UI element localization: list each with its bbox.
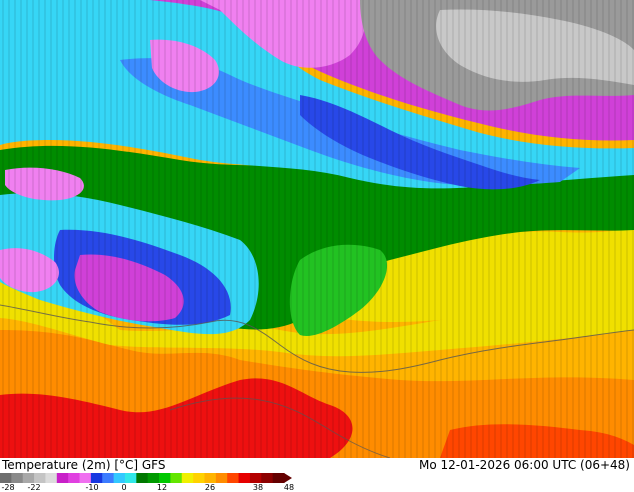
colorbar-swatch <box>45 473 58 483</box>
colorbar-swatch <box>249 473 262 483</box>
colorbar-swatch <box>159 473 171 483</box>
map-title: Temperature (2m) [°C] GFS <box>2 458 166 472</box>
colorbar-arrow <box>284 473 292 483</box>
map-canvas <box>0 0 634 458</box>
colorbar-swatch <box>193 473 205 483</box>
colorbar-swatch <box>215 473 228 483</box>
colorbar-swatch <box>68 473 81 483</box>
colorbar-swatch <box>181 473 194 483</box>
colorbar-swatch <box>102 473 115 483</box>
colorbar-swatch <box>113 473 126 483</box>
colorbar-swatch <box>56 473 69 483</box>
colorbar-swatch <box>0 473 12 483</box>
temperature-map[interactable] <box>0 0 634 458</box>
colorbar-swatch <box>204 473 217 483</box>
colorbar-swatch <box>90 473 103 483</box>
colorbar-tick-label: 48 <box>283 483 295 492</box>
colorbar-swatch <box>261 473 274 483</box>
colorbar-tick-label: 26 <box>204 483 216 492</box>
colorbar-swatch <box>11 473 24 483</box>
colorbar-swatch <box>22 473 35 483</box>
colorbar-tick-label: 0 <box>121 483 127 492</box>
colorbar-swatch <box>272 473 285 483</box>
colorbar-swatch <box>227 473 240 483</box>
colorbar-swatch <box>79 473 92 483</box>
colorbar-swatch <box>124 473 137 483</box>
isotherm-lines <box>0 0 634 458</box>
colorbar-swatch <box>136 473 149 483</box>
colorbar-tick-label: -22 <box>27 483 41 492</box>
colorbar-tick-label: 12 <box>156 483 168 492</box>
colorbar-swatch <box>170 473 183 483</box>
map-footer: Temperature (2m) [°C] GFS Mo 12-01-2026 … <box>0 458 634 492</box>
colorbar-tick-label: -28 <box>1 483 15 492</box>
colorbar <box>0 473 292 483</box>
colorbar-swatch <box>147 473 160 483</box>
colorbar-tick-label: 38 <box>252 483 264 492</box>
forecast-timestamp: Mo 12-01-2026 06:00 UTC (06+48) <box>418 458 630 472</box>
colorbar-swatch <box>34 473 46 483</box>
colorbar-tick-label: -10 <box>85 483 99 492</box>
colorbar-swatch <box>238 473 251 483</box>
